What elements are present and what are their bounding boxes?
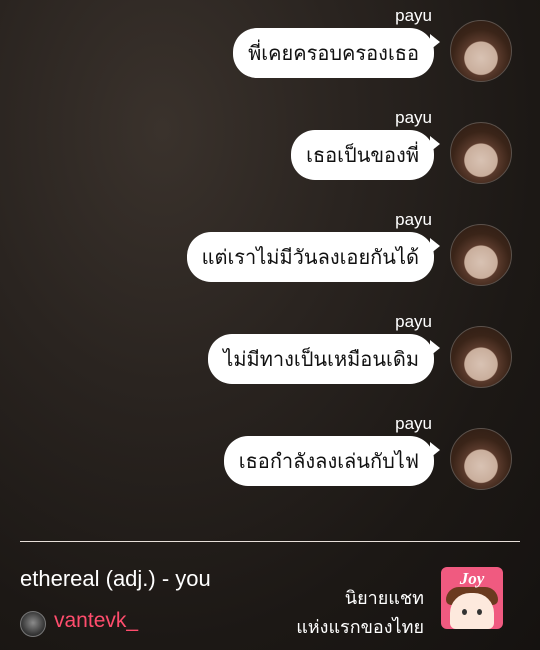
sender-avatar[interactable] bbox=[450, 326, 512, 388]
chat-message: payu พี่เคยครอบครองเธอ bbox=[0, 0, 540, 100]
sender-name: payu bbox=[395, 414, 432, 433]
message-bubble: เธอกำลังลงเล่นกับไฟ bbox=[223, 436, 441, 486]
joylada-app-icon[interactable]: Joy bbox=[441, 567, 503, 629]
chat-message: payu เธอเป็นของพี่ bbox=[0, 102, 540, 202]
promo-line-2: แห่งแรกของไทย bbox=[296, 617, 424, 638]
message-bubble: พี่เคยครอบครองเธอ bbox=[233, 28, 440, 78]
message-bubble: ไม่มีทางเป็นเหมือนเดิม bbox=[208, 334, 440, 384]
chat-message: payu เธอกำลังลงเล่นกับไฟ bbox=[0, 408, 540, 508]
message-bubble: เธอเป็นของพี่ bbox=[291, 130, 440, 180]
sender-name: payu bbox=[395, 312, 432, 331]
chat-message: payu ไม่มีทางเป็นเหมือนเดิม bbox=[0, 306, 540, 406]
story-title: ethereal (adj.) - you bbox=[20, 566, 211, 591]
chat-area: payu พี่เคยครอบครองเธอ payu เธอเป็นของพี… bbox=[0, 0, 540, 540]
sender-avatar[interactable] bbox=[450, 224, 512, 286]
app-logo-text: Joy bbox=[459, 569, 485, 588]
sender-avatar[interactable] bbox=[450, 20, 512, 82]
chat-message: payu แต่เราไม่มีวันลงเอยกันได้ bbox=[0, 204, 540, 304]
author-username[interactable]: vantevk_ bbox=[54, 609, 138, 633]
sender-avatar[interactable] bbox=[450, 122, 512, 184]
sender-name: payu bbox=[395, 6, 432, 25]
app-promo-text: นิยายแชท แห่งแรกของไทย bbox=[296, 584, 424, 642]
message-bubble: แต่เราไม่มีวันลงเอยกันได้ bbox=[186, 232, 441, 282]
author-avatar[interactable] bbox=[20, 611, 46, 637]
promo-line-1: นิยายแชท bbox=[344, 588, 424, 609]
footer-divider bbox=[20, 541, 520, 542]
sender-name: payu bbox=[395, 108, 432, 127]
sender-name: payu bbox=[395, 210, 432, 229]
sender-avatar[interactable] bbox=[450, 428, 512, 490]
